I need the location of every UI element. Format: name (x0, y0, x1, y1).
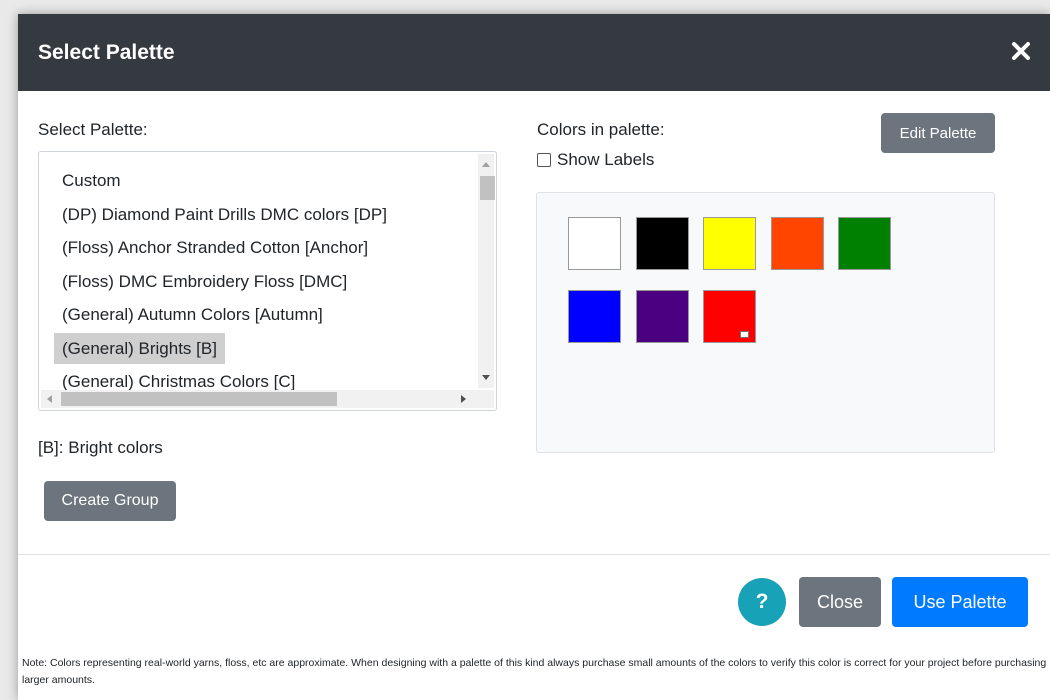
horizontal-scroll-thumb[interactable] (61, 392, 337, 406)
show-labels-label: Show Labels (557, 150, 655, 169)
small-flag-icon (740, 331, 749, 338)
dialog-header: Select Palette (18, 14, 1050, 91)
help-button[interactable]: ? (738, 578, 786, 626)
scroll-right-icon[interactable] (461, 395, 466, 403)
use-palette-button[interactable]: Use Palette (892, 577, 1028, 627)
color-swatch[interactable] (635, 290, 689, 343)
palette-option-label: (General) Brights [B] (54, 332, 225, 364)
vertical-scroll-thumb[interactable] (480, 176, 495, 200)
scroll-down-icon[interactable] (482, 375, 490, 380)
palette-option-label: Custom (62, 171, 121, 190)
colors-in-palette-label: Colors in palette: (537, 120, 665, 139)
color-swatch-panel (536, 192, 995, 453)
close-button[interactable]: Close (799, 577, 881, 627)
palette-option[interactable]: (General) Brights [B] (39, 332, 478, 366)
color-swatch[interactable] (703, 290, 756, 343)
footer-divider (18, 554, 1050, 555)
color-swatch[interactable] (568, 217, 621, 270)
palette-option-label: (General) Autumn Colors [Autumn] (62, 305, 323, 324)
dialog-title: Select Palette (38, 41, 175, 64)
palette-option-label: (Floss) DMC Embroidery Floss [DMC] (62, 271, 348, 291)
palette-option[interactable]: (Floss) Anchor Stranded Cotton [Anchor] (39, 231, 478, 265)
palette-option[interactable]: (DP) Diamond Paint Drills DMC colors [DP… (39, 198, 478, 232)
palette-option[interactable]: Custom (39, 164, 478, 198)
vertical-scrollbar[interactable] (478, 154, 495, 388)
create-group-button[interactable]: Create Group (44, 481, 176, 521)
show-labels-checkbox[interactable] (537, 153, 551, 167)
scroll-up-icon[interactable] (482, 162, 490, 167)
close-x-icon[interactable] (1010, 38, 1032, 64)
palette-option[interactable]: (Floss) DMC Embroidery Floss [DMC] (39, 265, 478, 299)
select-palette-label: Select Palette: (38, 120, 148, 139)
edit-palette-button[interactable]: Edit Palette (881, 113, 995, 153)
footer-note: Note: Colors representing real-world yar… (22, 657, 1047, 686)
palette-option-label: (Floss) Anchor Stranded Cotton [Anchor] (62, 238, 369, 257)
palette-description: [B]: Bright colors (38, 438, 163, 457)
select-palette-dialog: Select Palette Select Palette: Custom (DP… (18, 14, 1050, 700)
palette-list: Custom (DP) Diamond Paint Drills DMC colo… (39, 164, 478, 399)
scroll-left-icon[interactable] (47, 395, 52, 403)
color-swatch[interactable] (838, 217, 891, 270)
color-swatch[interactable] (635, 217, 689, 270)
palette-option-label: (General) Christmas Colors [C] (62, 372, 296, 391)
palette-option[interactable]: (General) Autumn Colors [Autumn] (39, 298, 478, 332)
palette-listbox[interactable]: Custom (DP) Diamond Paint Drills DMC colo… (38, 151, 497, 411)
show-labels-toggle[interactable]: Show Labels (537, 150, 654, 170)
horizontal-scrollbar[interactable] (41, 390, 494, 408)
color-swatch[interactable] (568, 290, 621, 343)
color-swatch[interactable] (703, 217, 756, 270)
color-swatch[interactable] (770, 217, 824, 270)
palette-option-label: (DP) Diamond Paint Drills DMC colors [DP… (62, 204, 387, 224)
